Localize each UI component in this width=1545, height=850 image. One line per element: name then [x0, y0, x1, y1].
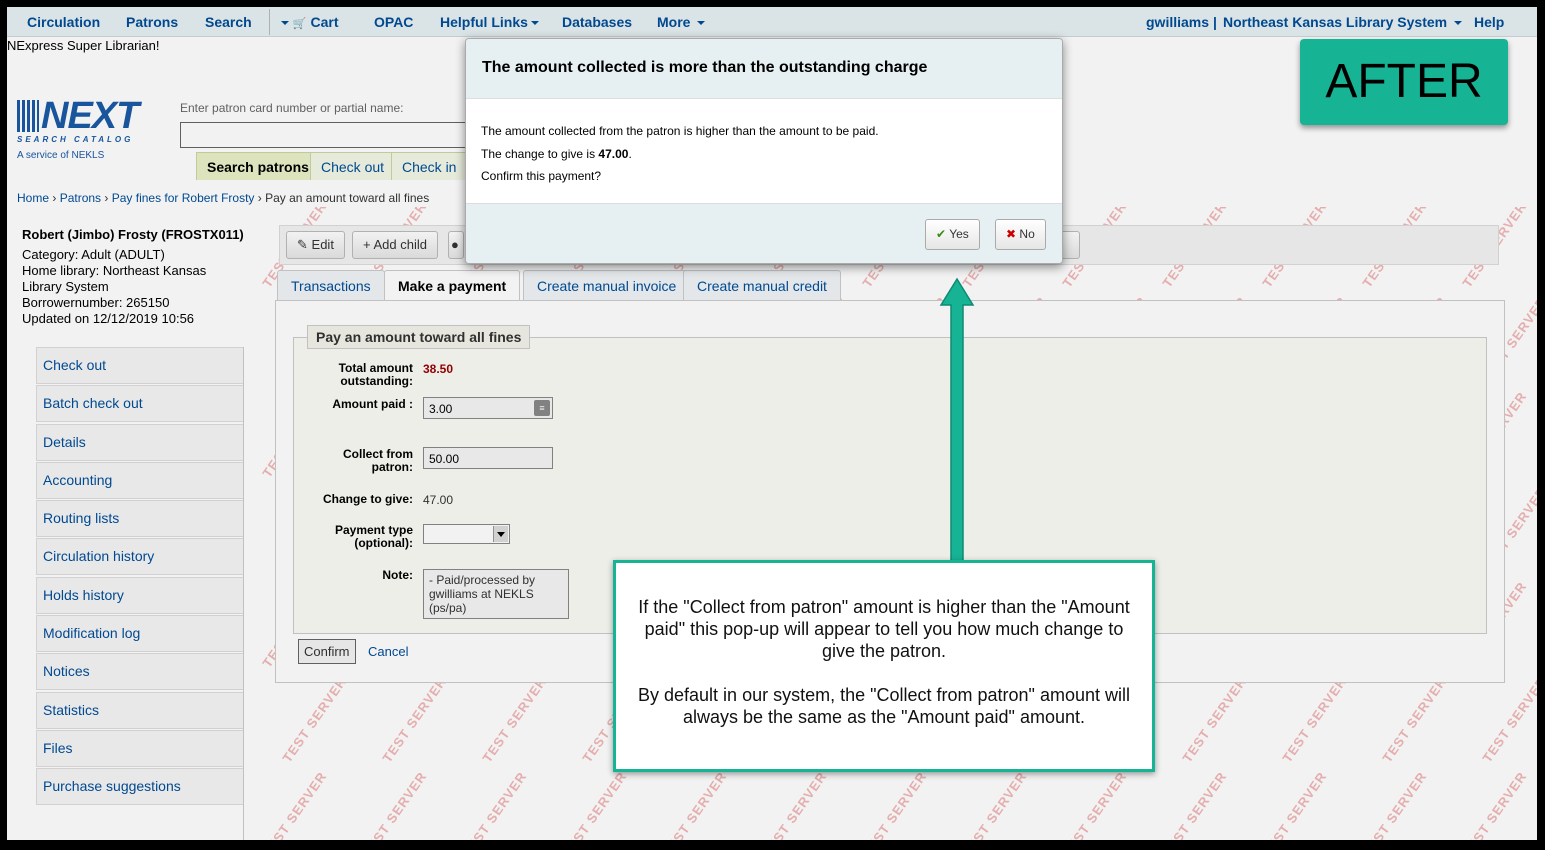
no-button-label: No [1019, 227, 1035, 241]
yes-button-label: Yes [949, 227, 969, 241]
modal-message-line: The amount collected from the patron is … [481, 124, 879, 138]
modal-title: The amount collected is more than the ou… [466, 39, 1062, 99]
callout-arrow-icon [939, 277, 975, 566]
modal-change-amount: 47.00 [598, 146, 629, 161]
modal-change-prefix: The change to give is [481, 146, 599, 161]
callout-paragraph-2: By default in our system, the "Collect f… [638, 685, 1130, 727]
callout-paragraph-1: If the "Collect from patron" amount is h… [638, 597, 1130, 661]
checkmark-icon: ✔ [936, 227, 947, 241]
after-badge: AFTER [1300, 39, 1508, 125]
modal-body: The amount collected from the patron is … [481, 120, 879, 188]
close-icon: ✖ [1006, 227, 1017, 241]
modal-confirm-question: Confirm this payment? [481, 169, 602, 183]
confirm-payment-modal: The amount collected is more than the ou… [465, 38, 1063, 264]
no-button[interactable]: ✖ No [995, 219, 1046, 250]
annotation-callout: If the "Collect from patron" amount is h… [613, 560, 1155, 772]
modal-change-line: The change to give is 47.00. [481, 143, 879, 166]
modal-change-suffix: . [628, 146, 632, 161]
yes-button[interactable]: ✔ Yes [925, 219, 980, 250]
screenshot-frame: Circulation Patrons Search 🛒 Cart OPAC H… [7, 7, 1537, 840]
modal-footer: ✔ Yes ✖ No [466, 203, 1062, 263]
